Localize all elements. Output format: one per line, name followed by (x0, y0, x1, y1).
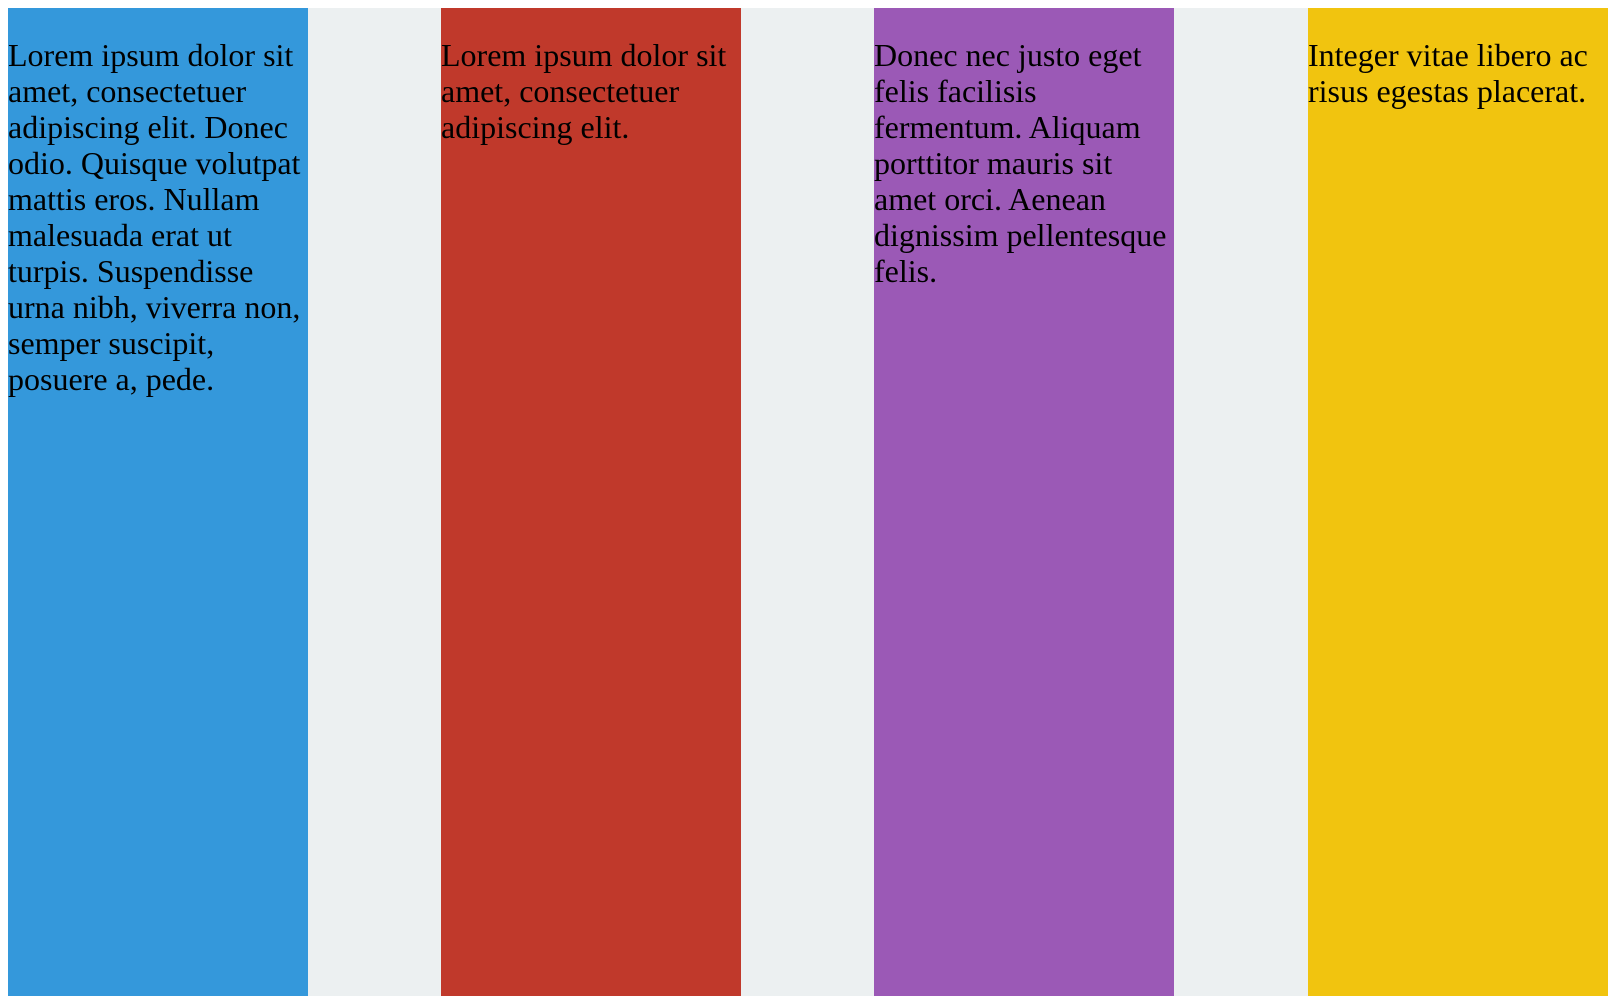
column-purple: Donec nec justo eget felis facilisis fer… (874, 8, 1174, 996)
column-text: Lorem ipsum dolor sit amet, consectetuer… (441, 37, 727, 145)
column-blue: Lorem ipsum dolor sit amet, consectetuer… (8, 8, 308, 996)
page-background: Lorem ipsum dolor sit amet, consectetuer… (8, 8, 1608, 996)
column-yellow: Integer vitae libero ac risus egestas pl… (1308, 8, 1608, 996)
column-text: Integer vitae libero ac risus egestas pl… (1308, 37, 1588, 109)
column-text: Lorem ipsum dolor sit amet, consectetuer… (8, 37, 301, 397)
column-text: Donec nec justo eget felis facilisis fer… (874, 37, 1167, 289)
column-red: Lorem ipsum dolor sit amet, consectetuer… (441, 8, 741, 996)
